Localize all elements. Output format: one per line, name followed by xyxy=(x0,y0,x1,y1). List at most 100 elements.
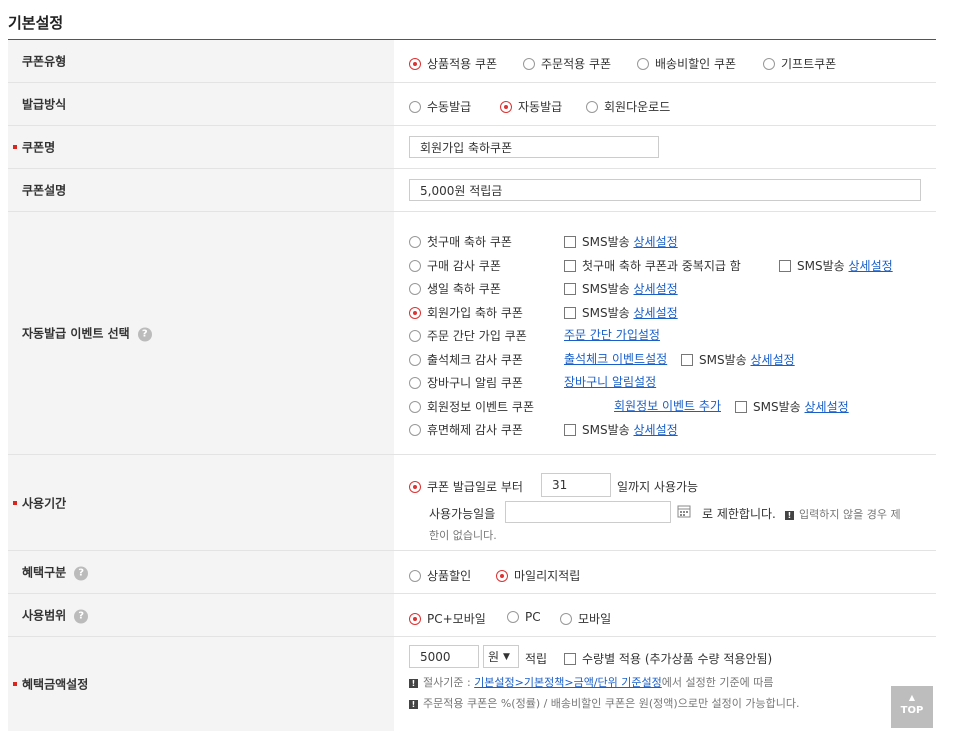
radio-label: 장바구니 알림 쿠폰 xyxy=(427,376,523,390)
radio-gift-coupon[interactable]: 기프트쿠폰 xyxy=(763,55,836,72)
row-label-cell: 발급방식 xyxy=(8,83,394,125)
info-icon: ! xyxy=(785,510,794,520)
qty-apply-check[interactable]: 수량별 적용 (추가상품 수량 적용안됨) xyxy=(564,650,772,667)
auto-event-label-wrap: 자동발급 이벤트 선택? xyxy=(22,325,152,342)
sms-check-signup[interactable]: SMS발송 상세설정 xyxy=(564,304,678,321)
radio-purchase-thanks[interactable]: 구매 감사 쿠폰 xyxy=(409,257,501,274)
checkbox[interactable] xyxy=(681,353,693,366)
qty-apply-label: 수량별 적용 (추가상품 수량 적용안됨) xyxy=(582,652,773,666)
detail-link[interactable]: 상세설정 xyxy=(849,257,893,274)
checkbox[interactable] xyxy=(564,259,576,272)
detail-link[interactable]: 상세설정 xyxy=(634,304,678,321)
radio-label: 기프트쿠폰 xyxy=(781,57,837,71)
radio-circle xyxy=(409,100,421,113)
row-label-cell: 사용기간 xyxy=(8,455,394,550)
sms-check-member-info[interactable]: SMS발송 상세설정 xyxy=(735,398,849,415)
benefit-amount-label: 혜택금액설정 xyxy=(22,677,89,692)
help-icon[interactable]: ? xyxy=(137,327,152,341)
member-info-add-link[interactable]: 회원정보 이벤트 추가 xyxy=(614,397,721,414)
help-icon[interactable]: ? xyxy=(74,566,89,580)
row-auto-event: 자동발급 이벤트 선택? 첫구매 축하 쿠폰 SMS발송 상세설정 구매 감사 … xyxy=(8,212,936,455)
radio-dormant-release[interactable]: 휴면해제 감사 쿠폰 xyxy=(409,421,523,438)
days-suffix: 일까지 사용가능 xyxy=(617,480,699,494)
row-usage-period: 사용기간 쿠폰 발급일로 부터 일까지 사용가능 사용가능일을 로 제한합니다.… xyxy=(8,455,936,551)
sms-label: SMS발송 xyxy=(582,423,630,437)
checkbox[interactable] xyxy=(564,652,576,665)
checkbox[interactable] xyxy=(779,259,791,272)
benefit-amount-input[interactable] xyxy=(409,645,479,668)
checkbox[interactable] xyxy=(564,423,576,436)
required-marker xyxy=(13,682,17,686)
row-coupon-type: 쿠폰유형 상품적용 쿠폰 주문적용 쿠폰 배송비할인 쿠폰 기프트쿠폰 xyxy=(8,40,936,83)
usage-scope-label-wrap: 사용범위? xyxy=(22,607,89,624)
sms-check-purchase-thanks[interactable]: SMS발송 상세설정 xyxy=(779,257,893,274)
radio-mileage[interactable]: 마일리지적립 xyxy=(496,567,580,584)
radio-issue-date-period[interactable]: 쿠폰 발급일로 부터 xyxy=(409,478,523,495)
radio-birthday[interactable]: 생일 축하 쿠폰 xyxy=(409,280,501,297)
usable-date-input[interactable] xyxy=(505,501,671,523)
row-label-cell: 혜택구분? xyxy=(8,551,394,593)
usable-date-label: 사용가능일을 xyxy=(429,507,496,521)
coupon-desc-label: 쿠폰설명 xyxy=(22,183,67,198)
radio-order-coupon[interactable]: 주문적용 쿠폰 xyxy=(523,55,611,72)
radio-circle xyxy=(409,569,421,582)
radio-signup[interactable]: 회원가입 축하 쿠폰 xyxy=(409,304,523,321)
radio-product-coupon[interactable]: 상품적용 쿠폰 xyxy=(409,55,497,72)
calendar-icon[interactable] xyxy=(677,504,691,518)
scroll-top-button[interactable]: ▲ TOP xyxy=(891,686,933,728)
radio-label: 쿠폰 발급일로 부터 xyxy=(427,480,523,494)
radio-label: 회원가입 축하 쿠폰 xyxy=(427,306,523,320)
detail-link[interactable]: 상세설정 xyxy=(634,233,678,250)
page-title: 기본설정 xyxy=(8,14,64,32)
radio-cart-alarm[interactable]: 장바구니 알림 쿠폰 xyxy=(409,374,523,391)
radio-product-discount[interactable]: 상품할인 xyxy=(409,567,471,584)
checkbox[interactable] xyxy=(735,400,747,413)
sms-check-birthday[interactable]: SMS발송 상세설정 xyxy=(564,280,678,297)
checkbox[interactable] xyxy=(564,235,576,248)
help-icon[interactable]: ? xyxy=(74,609,89,623)
coupon-desc-input[interactable] xyxy=(409,179,921,201)
unit-select[interactable]: 원 ▼ xyxy=(483,645,519,668)
sms-check-dormant-release[interactable]: SMS발송 상세설정 xyxy=(564,421,678,438)
radio-circle xyxy=(560,612,572,625)
checkbox[interactable] xyxy=(564,282,576,295)
radio-label: 구매 감사 쿠폰 xyxy=(427,259,501,273)
arrow-up-icon: ▲ xyxy=(908,693,916,702)
row-benefit-type: 혜택구분? 상품할인 마일리지적립 xyxy=(8,551,936,594)
sms-check-first-purchase[interactable]: SMS발송 상세설정 xyxy=(564,233,678,250)
radio-label: 상품할인 xyxy=(427,569,472,583)
radio-attendance[interactable]: 출석체크 감사 쿠폰 xyxy=(409,351,523,368)
usage-period-label: 사용기간 xyxy=(22,496,67,510)
benefit-type-label: 혜택구분 xyxy=(22,565,67,580)
dup-check-first-purchase[interactable]: 첫구매 축하 쿠폰과 중복지급 함 xyxy=(564,257,741,274)
radio-auto-issue[interactable]: 자동발급 xyxy=(500,98,562,115)
radio-circle xyxy=(763,57,775,70)
checkbox[interactable] xyxy=(564,306,576,319)
radio-circle xyxy=(409,400,421,413)
row-label-cell: 쿠폰명 xyxy=(8,126,394,168)
radio-first-purchase[interactable]: 첫구매 축하 쿠폰 xyxy=(409,233,512,250)
usage-days-input[interactable] xyxy=(541,473,611,497)
radio-shipping-coupon[interactable]: 배송비할인 쿠폰 xyxy=(637,55,736,72)
radio-member-download[interactable]: 회원다운로드 xyxy=(586,98,670,115)
radio-pc-mobile[interactable]: PC+모바일 xyxy=(409,610,486,627)
sms-check-attendance[interactable]: SMS발송 상세설정 xyxy=(681,351,795,368)
radio-label: 휴면해제 감사 쿠폰 xyxy=(427,423,523,437)
radio-label: 생일 축하 쿠폰 xyxy=(427,282,501,296)
limit-text: 로 제한합니다. xyxy=(702,507,776,521)
detail-link[interactable]: 상세설정 xyxy=(634,421,678,438)
radio-manual-issue[interactable]: 수동발급 xyxy=(409,98,471,115)
detail-link[interactable]: 상세설정 xyxy=(805,398,849,415)
simple-join-setting-link[interactable]: 주문 간단 가입설정 xyxy=(564,326,660,343)
cart-alarm-setting-link[interactable]: 장바구니 알림설정 xyxy=(564,373,656,390)
radio-label: 수동발급 xyxy=(427,100,472,114)
detail-link[interactable]: 상세설정 xyxy=(751,351,795,368)
radio-mobile[interactable]: 모바일 xyxy=(560,610,611,627)
detail-link[interactable]: 상세설정 xyxy=(634,280,678,297)
radio-pc[interactable]: PC xyxy=(507,610,541,624)
rounding-setting-link[interactable]: 기본설정>기본정책>금액/단위 기준설정 xyxy=(474,676,662,689)
radio-member-info[interactable]: 회원정보 이벤트 쿠폰 xyxy=(409,398,534,415)
attendance-setting-link[interactable]: 출석체크 이벤트설정 xyxy=(564,350,667,367)
coupon-name-input[interactable] xyxy=(409,136,659,158)
radio-simple-join[interactable]: 주문 간단 가입 쿠폰 xyxy=(409,327,527,344)
